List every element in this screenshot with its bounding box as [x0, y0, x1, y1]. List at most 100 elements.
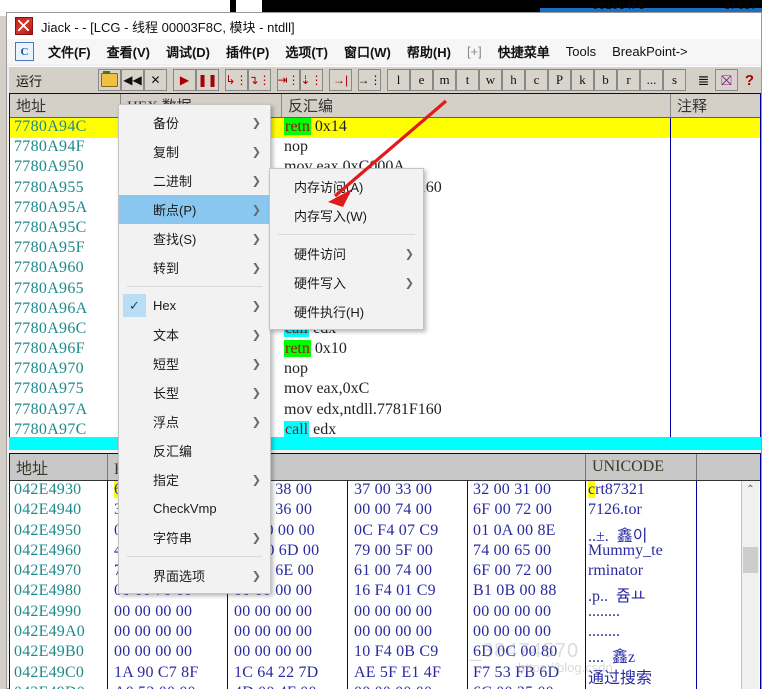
- submenu-item[interactable]: 硬件访问 ❯: [270, 239, 423, 268]
- pause-button[interactable]: ❚❚: [196, 69, 219, 91]
- context-menu-item[interactable]: CheckVmp: [119, 494, 270, 523]
- context-menu-item[interactable]: 备份 ❯: [119, 108, 270, 137]
- run-to-cursor-button[interactable]: →⋮: [358, 69, 382, 91]
- toolbar-letter-b[interactable]: b: [594, 69, 617, 91]
- toolbar-letter-P[interactable]: P: [548, 69, 571, 91]
- run-button[interactable]: ▶: [173, 69, 196, 91]
- hex-byte-group[interactable]: 61 00 74 00: [354, 562, 432, 580]
- hex-col-header-unicode[interactable]: UNICODE: [586, 454, 696, 480]
- restart-button[interactable]: ◀◀: [121, 69, 144, 91]
- context-menu-item[interactable]: 反汇编: [119, 436, 270, 465]
- menu-view[interactable]: 查看(V): [99, 40, 158, 63]
- context-menu-item[interactable]: 转到 ❯: [119, 253, 270, 282]
- menu-debug[interactable]: 调试(D): [158, 40, 218, 63]
- toolbar-letter-k[interactable]: k: [571, 69, 594, 91]
- toolbar-letter-h[interactable]: h: [502, 69, 525, 91]
- toolbar-letter-l[interactable]: l: [387, 69, 410, 91]
- hex-col-header-address[interactable]: 地址: [10, 454, 107, 480]
- context-menu-item[interactable]: 浮点 ❯: [119, 407, 270, 436]
- app-menu-icon[interactable]: C: [15, 42, 34, 61]
- menu-file[interactable]: 文件(F): [40, 40, 99, 63]
- hex-byte-group[interactable]: 1C 64 22 7D: [234, 664, 318, 682]
- menu-window[interactable]: 窗口(W): [336, 40, 399, 63]
- hex-row[interactable]: 042E49C0 1A 90 C7 8F 1C 64 22 7D AE 5F E1 4…: [10, 664, 760, 687]
- context-menu-item[interactable]: 复制 ❯: [119, 137, 270, 166]
- toolbar-letter-c[interactable]: c: [525, 69, 548, 91]
- hex-byte-group[interactable]: 32 00 31 00: [473, 481, 551, 499]
- menu-tools[interactable]: Tools: [558, 42, 604, 61]
- toolbar-letter-s[interactable]: s: [663, 69, 686, 91]
- hex-byte-group[interactable]: 00 00 00 00: [234, 603, 312, 621]
- context-menu-item[interactable]: 字符串 ❯: [119, 523, 270, 552]
- hex-byte-group[interactable]: AE 5F E1 4F: [354, 664, 441, 682]
- context-menu-item[interactable]: 查找(S) ❯: [119, 224, 270, 253]
- context-menu-item[interactable]: 短型 ❯: [119, 349, 270, 378]
- step-over-button[interactable]: ↴⋮: [248, 69, 271, 91]
- hex-byte-group[interactable]: 00 00 00 00: [473, 603, 551, 621]
- menu-breakpoint[interactable]: BreakPoint->: [604, 42, 696, 61]
- menu-plus[interactable]: [+]: [459, 42, 490, 61]
- toolbar-letter-r[interactable]: r: [617, 69, 640, 91]
- hex-row[interactable]: 042E49A0 00 00 00 00 00 00 00 00 00 00 00 0…: [10, 623, 760, 643]
- hex-byte-group[interactable]: 00 00 00 00: [234, 623, 312, 641]
- trace-over-button[interactable]: ⇣⋮: [300, 69, 323, 91]
- hex-row[interactable]: 042E49D0 A0 52 00 00 4D 00 4F 00 00 00 00 0…: [10, 684, 760, 689]
- hex-byte-group[interactable]: 00 00 00 00: [354, 623, 432, 641]
- context-menu-item[interactable]: 断点(P) ❯: [119, 195, 270, 224]
- hex-byte-group[interactable]: 6F 00 72 00: [473, 562, 552, 580]
- hex-byte-group[interactable]: B1 0B 00 88: [473, 582, 557, 600]
- hex-byte-group[interactable]: 00 00 00 00: [234, 643, 312, 661]
- hex-byte-group[interactable]: 79 00 5F 00: [354, 542, 433, 560]
- menu-help[interactable]: 帮助(H): [399, 40, 459, 63]
- scrollbar-thumb[interactable]: [743, 547, 758, 573]
- hex-byte-group[interactable]: 00 00 00 00: [354, 603, 432, 621]
- submenu-item[interactable]: 内存访问(A): [270, 172, 423, 201]
- submenu-item[interactable]: 硬件写入 ❯: [270, 268, 423, 297]
- list-view-button[interactable]: ≣: [692, 69, 715, 91]
- context-menu-item[interactable]: 文本 ❯: [119, 320, 270, 349]
- hex-byte-group[interactable]: 00 00 00 00: [354, 684, 432, 689]
- hex-byte-group[interactable]: 1A 90 C7 8F: [114, 664, 198, 682]
- hex-byte-group[interactable]: 00 00 00 00: [114, 623, 192, 641]
- scroll-up-icon[interactable]: ⌃: [742, 481, 759, 498]
- context-menu-item[interactable]: 指定 ❯: [119, 465, 270, 494]
- context-menu-item[interactable]: 长型 ❯: [119, 378, 270, 407]
- menu-shortcut[interactable]: 快捷菜单: [490, 40, 558, 63]
- trace-into-button[interactable]: ⇥⋮: [277, 69, 300, 91]
- submenu-item[interactable]: 内存写入(W): [270, 201, 423, 230]
- context-menu-item[interactable]: 二进制 ❯: [119, 166, 270, 195]
- context-menu-item[interactable]: 界面选项 ❯: [119, 561, 270, 590]
- context-menu[interactable]: 备份 ❯ 复制 ❯ 二进制 ❯ 断点(P) ❯ 查找(S) ❯ 转到 ❯ ✓ Hex ❯ 文本 ❯ 短型 ❯ 长型 ❯ 浮…: [118, 104, 271, 594]
- hex-byte-group[interactable]: A0 52 00 00: [114, 684, 196, 689]
- toolbar-letter-m[interactable]: m: [433, 69, 456, 91]
- execute-till-return-button[interactable]: →|: [329, 69, 352, 91]
- context-menu-item[interactable]: ✓ Hex ❯: [119, 291, 270, 320]
- hex-byte-group[interactable]: 4D 00 4F 00: [234, 684, 317, 689]
- hex-byte-group[interactable]: 0C F4 07 C9: [354, 522, 438, 540]
- help-button[interactable]: ?: [738, 69, 761, 91]
- hex-byte-group[interactable]: 00 00 00 00: [114, 603, 192, 621]
- close-button[interactable]: ✕: [144, 69, 167, 91]
- hex-byte-group[interactable]: 6F 00 72 00: [473, 501, 552, 519]
- hex-byte-group[interactable]: 00 00 00 00: [114, 643, 192, 661]
- open-file-button[interactable]: [98, 69, 121, 91]
- hex-byte-group[interactable]: 00 00 74 00: [354, 501, 432, 519]
- toolbar-letter-more[interactable]: ...: [640, 69, 663, 91]
- hex-byte-group[interactable]: 74 00 65 00: [473, 542, 551, 560]
- hex-byte-group[interactable]: 16 F4 01 C9: [354, 582, 436, 600]
- step-into-button[interactable]: ↳⋮: [225, 69, 248, 91]
- hex-byte-group[interactable]: 6C 00 35 00: [473, 684, 554, 689]
- col-header-address[interactable]: 地址: [10, 94, 120, 117]
- breakpoint-submenu[interactable]: 内存访问(A) 内存写入(W) 硬件访问 ❯ 硬件写入 ❯ 硬件执行(H): [269, 168, 424, 330]
- menu-options[interactable]: 选项(T): [277, 40, 336, 63]
- toolbar-letter-w[interactable]: w: [479, 69, 502, 91]
- hex-row[interactable]: 042E4990 00 00 00 00 00 00 00 00 00 00 00 0…: [10, 603, 760, 623]
- hex-byte-group[interactable]: 37 00 33 00: [354, 481, 432, 499]
- submenu-item[interactable]: 硬件执行(H): [270, 297, 423, 326]
- toolbar-letter-e[interactable]: e: [410, 69, 433, 91]
- col-header-disasm[interactable]: 反汇编: [282, 94, 670, 117]
- menu-plugins[interactable]: 插件(P): [218, 40, 277, 63]
- options-button[interactable]: ⛝: [715, 69, 738, 91]
- hex-byte-group[interactable]: 10 F4 0B C9: [354, 643, 438, 661]
- col-header-comment[interactable]: 注释: [671, 94, 760, 117]
